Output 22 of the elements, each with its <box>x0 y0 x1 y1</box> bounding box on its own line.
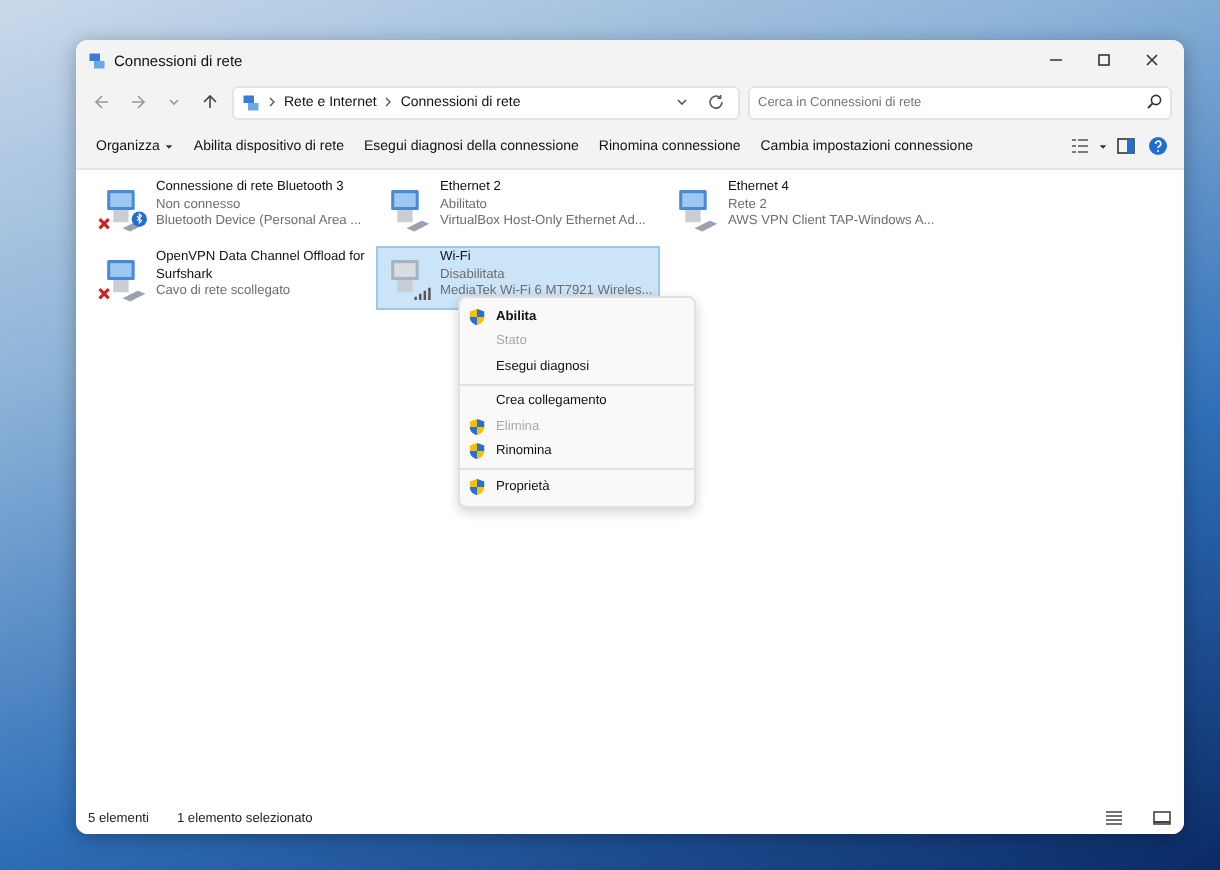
forward-arrow-icon[interactable] <box>128 92 148 112</box>
search-icon <box>1144 92 1164 112</box>
chevron-right-icon <box>266 96 278 108</box>
caret-icon[interactable] <box>1098 141 1108 151</box>
refresh-icon[interactable] <box>706 92 726 112</box>
network-icon <box>242 93 260 111</box>
tiles-view-icon[interactable] <box>1152 808 1172 828</box>
caret-icon <box>163 141 174 151</box>
preview-pane-icon[interactable] <box>1116 136 1136 156</box>
shield-icon <box>468 477 486 496</box>
shield-icon <box>468 417 486 436</box>
chevron-right-icon <box>382 96 395 108</box>
view-options-icon[interactable] <box>1070 136 1090 156</box>
help-icon[interactable] <box>1148 136 1168 156</box>
shield-icon <box>468 442 486 461</box>
details-view-icon[interactable] <box>1104 808 1124 828</box>
back-arrow-icon[interactable] <box>92 92 112 112</box>
network-icon <box>88 51 106 69</box>
network-adapter-icon <box>98 254 150 306</box>
up-arrow-icon[interactable] <box>200 92 220 112</box>
shield-icon <box>468 307 486 326</box>
network-adapter-icon <box>98 184 150 236</box>
